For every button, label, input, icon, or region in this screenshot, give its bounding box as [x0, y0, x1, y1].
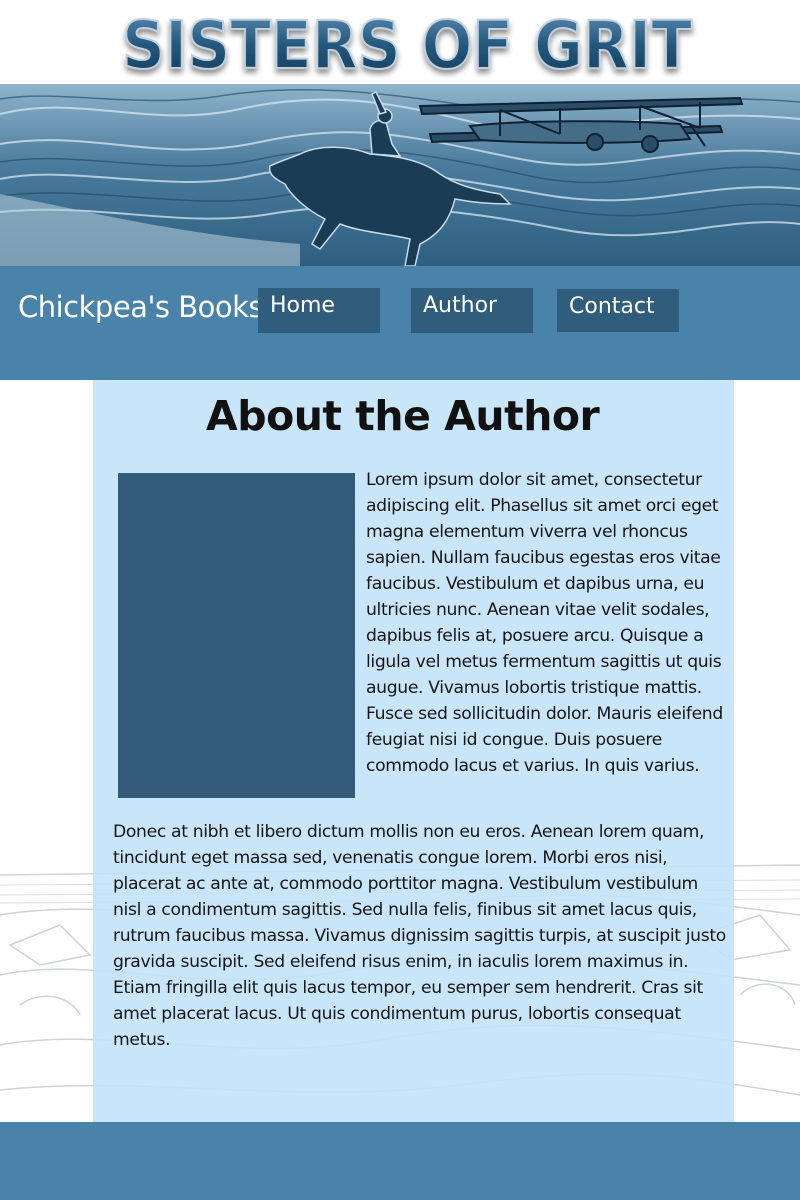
page: SISTERS OF GRIT Chickpea's Books Home Au… — [0, 0, 800, 1200]
nav-home-button[interactable]: Home — [258, 288, 380, 333]
footer — [0, 1122, 800, 1200]
page-title: About the Author — [206, 392, 600, 440]
nav-author-button[interactable]: Author — [411, 288, 533, 333]
content-panel: About the Author Lorem ipsum dolor sit a… — [93, 380, 734, 1122]
banner-logo: SISTERS OF GRIT — [121, 6, 693, 84]
site-name[interactable]: Chickpea's Books — [18, 290, 264, 324]
author-bio-paragraph-2: Donec at nibh et libero dictum mollis no… — [113, 822, 726, 1050]
author-photo-placeholder — [118, 473, 355, 798]
title-banner: SISTERS OF GRIT — [0, 0, 800, 84]
navbar: Chickpea's Books Home Author Contact — [0, 266, 800, 380]
author-bio-paragraph-1: Lorem ipsum dolor sit amet, consectetur … — [366, 470, 723, 776]
banner-title: SISTERS OF GRIT — [122, 7, 692, 84]
hero-illustration — [0, 84, 800, 266]
nav-contact-button[interactable]: Contact — [557, 289, 679, 332]
